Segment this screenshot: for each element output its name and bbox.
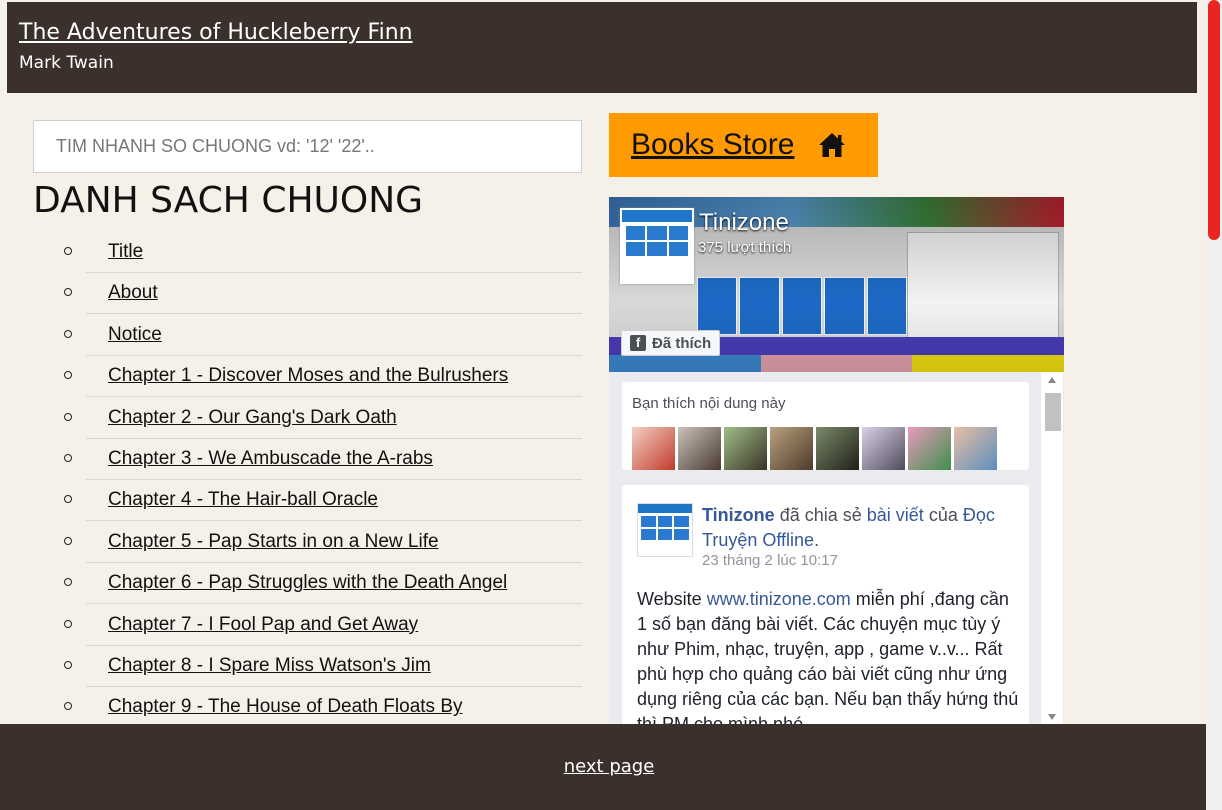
bullet-icon <box>64 578 72 587</box>
home-icon <box>819 133 846 157</box>
bullet-icon <box>64 247 72 255</box>
chapter-search-input[interactable] <box>33 120 582 173</box>
post-body-text: miễn phí ,đang cần 1 số bạn đăng bài viế… <box>637 589 1019 725</box>
chapter-link[interactable]: Chapter 7 - I Fool Pap and Get Away <box>108 614 418 636</box>
widget-scrollbar[interactable] <box>1041 372 1063 725</box>
post-body: Website www.tinizone.com miễn phí ,đang … <box>637 587 1022 725</box>
book-author: Mark Twain <box>19 53 114 73</box>
chapter-list: Title About Notice Chapter 1 - Discover … <box>60 232 582 729</box>
liked-button-label: Đã thích <box>652 334 712 352</box>
footer: next page <box>0 724 1206 810</box>
chapter-link[interactable]: Notice <box>108 324 162 346</box>
list-item: Chapter 1 - Discover Moses and the Bulru… <box>60 356 582 398</box>
chapter-link[interactable]: Chapter 2 - Our Gang's Dark Oath <box>108 407 397 429</box>
list-item: Chapter 5 - Pap Starts in on a New Life <box>60 522 582 563</box>
post-author-avatar[interactable] <box>637 503 693 557</box>
avatar[interactable] <box>678 427 721 470</box>
chapter-link[interactable]: Chapter 8 - I Spare Miss Watson's Jim <box>108 655 431 677</box>
list-item: Chapter 4 - The Hair-ball Oracle <box>60 480 582 522</box>
list-item: Chapter 2 - Our Gang's Dark Oath <box>60 398 582 439</box>
avatar[interactable] <box>862 427 905 470</box>
chapter-link[interactable]: Chapter 5 - Pap Starts in on a New Life <box>108 531 439 553</box>
chapter-link[interactable]: Chapter 9 - The House of Death Floats By <box>108 696 463 718</box>
list-item: Chapter 8 - I Spare Miss Watson's Jim <box>60 646 582 687</box>
bullet-icon <box>64 536 72 545</box>
post-link[interactable]: bài viết <box>867 505 924 525</box>
list-item: Chapter 7 - I Fool Pap and Get Away <box>60 605 582 646</box>
avatar[interactable] <box>954 427 997 470</box>
bullet-icon <box>64 495 72 504</box>
friends-like-card: Bạn thích nội dung này <box>622 382 1029 470</box>
scroll-up-icon[interactable] <box>1048 377 1056 383</box>
chapter-link[interactable]: Chapter 4 - The Hair-ball Oracle <box>108 489 378 511</box>
avatar[interactable] <box>770 427 813 470</box>
page-scroll-thumb[interactable] <box>1208 0 1220 240</box>
liked-button[interactable]: f Đã thích <box>621 330 721 356</box>
facebook-like-count: 375 lượt thích <box>698 239 792 256</box>
chapter-list-heading: DANH SACH CHUONG <box>33 180 424 221</box>
facebook-cover-image[interactable]: Tinizone 375 lượt thích f Đã thích <box>609 197 1064 372</box>
facebook-feed: Bạn thích nội dung này Tinizone đã chia … <box>609 372 1064 725</box>
bullet-icon <box>64 660 72 669</box>
avatar[interactable] <box>632 427 675 470</box>
bullet-icon <box>64 412 72 421</box>
post-timestamp[interactable]: 23 tháng 2 lúc 10:17 <box>702 552 838 569</box>
chapter-link[interactable]: Chapter 3 - We Ambuscade the A-rabs <box>108 448 433 470</box>
list-item: About <box>60 273 582 315</box>
list-item: Notice <box>60 315 582 356</box>
facebook-post: Tinizone đã chia sẻ bài viết của Đọc Tru… <box>622 485 1029 725</box>
facebook-page-name[interactable]: Tinizone <box>699 209 789 237</box>
bullet-icon <box>64 702 72 711</box>
post-of-text: của <box>928 505 958 525</box>
page: The Adventures of Huckleberry Finn Mark … <box>0 0 1206 810</box>
book-title-link[interactable]: The Adventures of Huckleberry Finn <box>19 20 1185 45</box>
list-item: Chapter 3 - We Ambuscade the A-rabs <box>60 439 582 480</box>
next-page-link[interactable]: next page <box>0 756 1218 777</box>
post-body-link[interactable]: www.tinizone.com <box>707 589 851 609</box>
page-logo[interactable] <box>620 208 694 284</box>
friends-like-text: Bạn thích nội dung này <box>632 395 786 412</box>
bullet-icon <box>64 329 72 338</box>
bullet-icon <box>64 619 72 628</box>
chapter-link[interactable]: Chapter 1 - Discover Moses and the Bulru… <box>108 365 508 387</box>
header: The Adventures of Huckleberry Finn Mark … <box>7 2 1197 93</box>
bullet-icon <box>64 371 72 380</box>
chapter-link[interactable]: Title <box>108 241 143 263</box>
books-store-label: Books Store <box>631 128 795 161</box>
list-item: Title <box>60 232 582 273</box>
page-scrollbar[interactable] <box>1206 0 1222 810</box>
facebook-icon: f <box>630 335 646 351</box>
post-author-link[interactable]: Tinizone <box>702 505 775 525</box>
bullet-icon <box>64 288 72 297</box>
avatar[interactable] <box>908 427 951 470</box>
chapter-link[interactable]: About <box>108 282 158 304</box>
post-shared-text: đã chia sẻ <box>779 505 862 525</box>
avatar[interactable] <box>724 427 767 470</box>
bullet-icon <box>64 453 72 462</box>
avatar[interactable] <box>816 427 859 470</box>
list-item: Chapter 9 - The House of Death Floats By <box>60 687 582 729</box>
post-header: Tinizone đã chia sẻ bài viết của Đọc Tru… <box>702 505 995 550</box>
scroll-down-icon[interactable] <box>1048 714 1056 720</box>
list-item: Chapter 6 - Pap Struggles with the Death… <box>60 563 582 605</box>
scroll-thumb[interactable] <box>1045 393 1061 431</box>
books-store-button[interactable]: Books Store <box>609 113 878 177</box>
chapter-link[interactable]: Chapter 6 - Pap Struggles with the Death… <box>108 572 507 594</box>
post-body-prefix: Website <box>637 589 707 609</box>
facebook-page-widget: Tinizone 375 lượt thích f Đã thích Bạn t… <box>609 197 1064 725</box>
friend-avatars <box>632 427 997 470</box>
